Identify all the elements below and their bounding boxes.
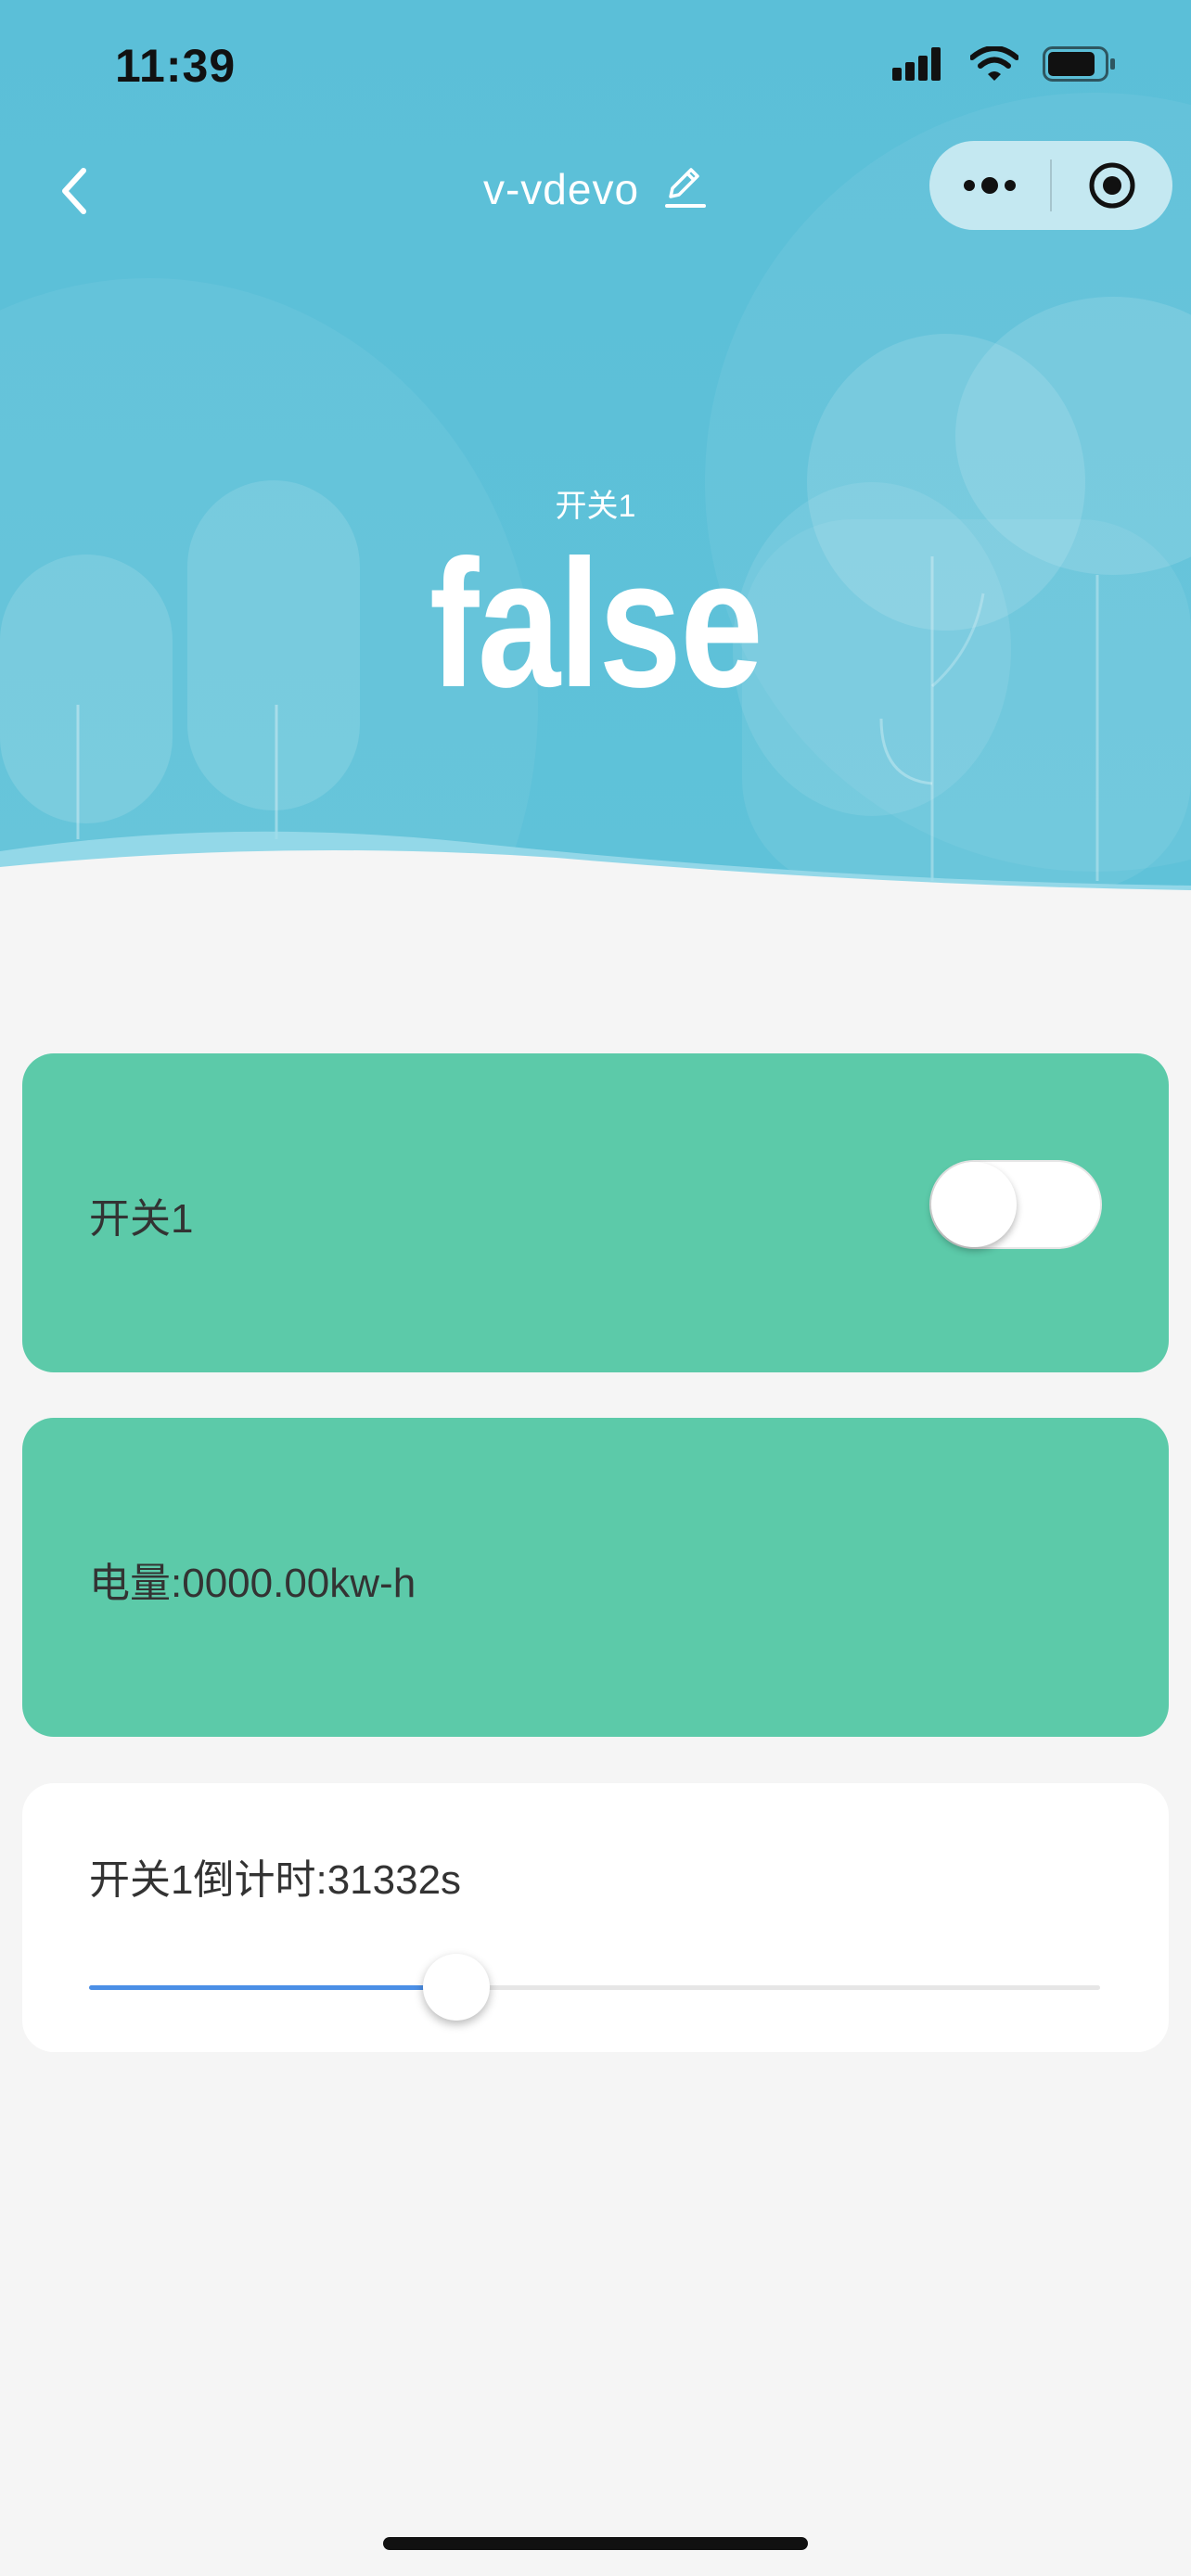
status-icons: [892, 45, 1117, 86]
target-circle-icon: [1089, 162, 1135, 209]
hero-background-illustration: [0, 0, 1191, 890]
hero-value: false: [429, 522, 763, 725]
hero-label: 开关1: [555, 489, 636, 524]
switch-toggle[interactable]: [929, 1160, 1102, 1249]
countdown-label: 开关1倒计时:31332s: [89, 1857, 462, 1903]
device-name: v-vdevo: [482, 164, 640, 213]
toggle-knob: [931, 1162, 1017, 1247]
edit-name-button[interactable]: [663, 163, 708, 214]
switch-card: 开关1: [22, 1053, 1169, 1372]
status-time: 11:39: [115, 40, 237, 92]
battery-icon: [1043, 46, 1117, 86]
signal-icon: [892, 47, 946, 85]
switch-label: 开关1: [89, 1196, 194, 1242]
hero-header: 11:39 v-vdevo 开关1 false: [0, 0, 1191, 890]
more-dots-icon: [964, 177, 1016, 194]
more-menu-button[interactable]: [929, 141, 1050, 230]
slider-fill: [89, 1985, 456, 1990]
miniprogram-capsule: [929, 141, 1172, 230]
wifi-icon: [969, 45, 1019, 86]
power-reading: 电量:0000.00kw-h: [89, 1561, 416, 1606]
countdown-card: 开关1倒计时:31332s: [22, 1783, 1169, 2052]
countdown-slider[interactable]: [89, 1950, 1100, 2024]
home-indicator: [383, 2537, 808, 2550]
slider-thumb[interactable]: [422, 1954, 490, 2021]
close-miniprogram-button[interactable]: [1052, 141, 1172, 230]
pencil-icon: [665, 168, 707, 208]
power-card: 电量:0000.00kw-h: [22, 1418, 1169, 1737]
